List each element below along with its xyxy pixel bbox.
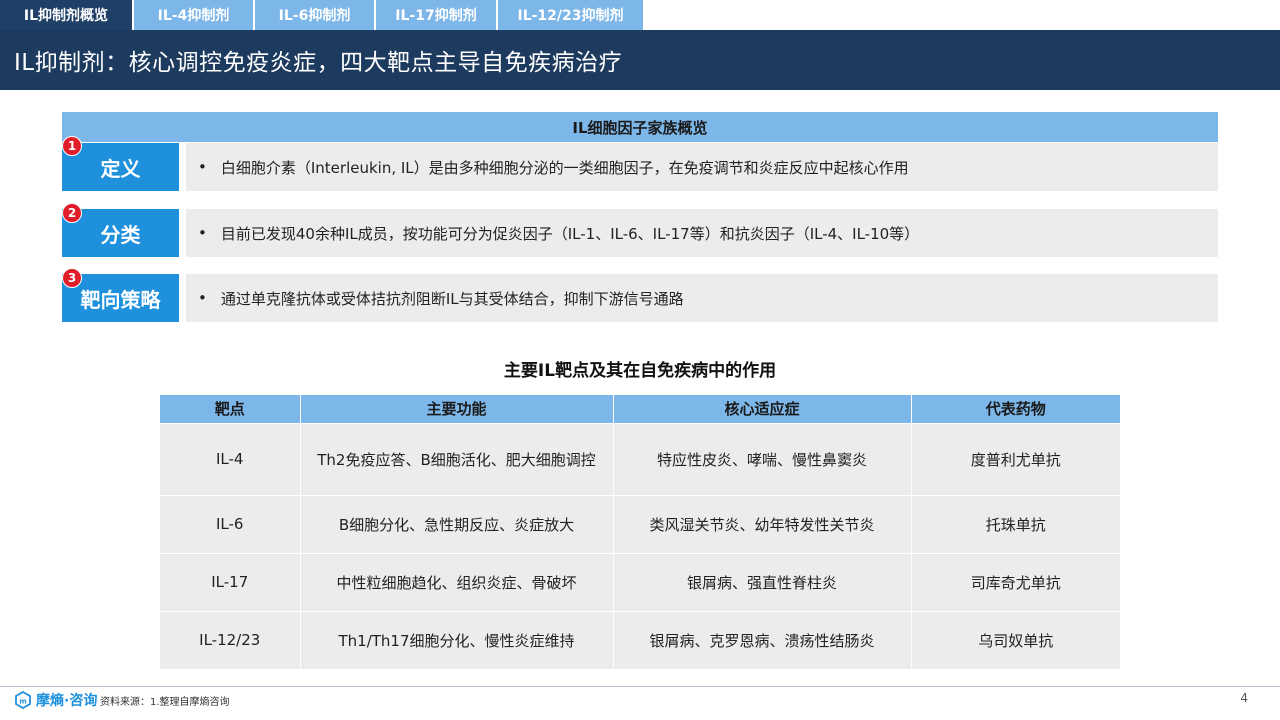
bullet-icon: • [198, 289, 207, 307]
cell-indication: 银屑病、强直性脊柱炎 [613, 552, 912, 611]
cell-drug: 司库奇尤单抗 [911, 552, 1120, 611]
footer-logo: m 摩熵·咨询 [14, 690, 97, 710]
source-note: 资料来源：1.整理自摩熵咨询 [100, 697, 230, 708]
cell-target: IL-12/23 [160, 610, 301, 669]
tab-il4[interactable]: IL-4抑制剂 [134, 0, 254, 30]
page-title: IL抑制剂：核心调控免疫炎症，四大靶点主导自免疾病治疗 [14, 50, 623, 76]
column-header-function: 主要功能 [300, 395, 614, 423]
page-number: 4 [1240, 691, 1248, 705]
table-row: IL-12/23 Th1/Th17细胞分化、慢性炎症维持 银屑病、克罗恩病、溃疡… [160, 610, 1120, 669]
targeting-strategy-text-row: • 通过单克隆抗体或受体拮抗剂阻断IL与其受体结合，抑制下游信号通路 [186, 274, 1218, 322]
classification-text-row: • 目前已发现40余种IL成员，按功能可分为促炎因子（IL-1、IL-6、IL-… [186, 209, 1218, 257]
definition-text: 白细胞介素（Interleukin, IL）是由多种细胞分泌的一类细胞因子，在免… [220, 158, 909, 177]
classification-text: 目前已发现40余种IL成员，按功能可分为促炎因子（IL-1、IL-6、IL-17… [220, 224, 920, 243]
tab-il12-23[interactable]: IL-12/23抑制剂 [498, 0, 644, 30]
cell-function: Th1/Th17细胞分化、慢性炎症维持 [300, 610, 614, 669]
title-band: IL抑制剂：核心调控免疫炎症，四大靶点主导自免疾病治疗 [0, 30, 1280, 90]
table-header-row: 靶点 主要功能 核心适应症 代表药物 [160, 395, 1120, 423]
tab-il6[interactable]: IL-6抑制剂 [255, 0, 375, 30]
number-badge-2: 2 [62, 203, 82, 223]
number-badge-1: 1 [62, 136, 82, 156]
cell-indication: 类风湿关节炎、幼年特发性关节炎 [613, 494, 912, 553]
tab-bar: IL抑制剂概览 IL-4抑制剂 IL-6抑制剂 IL-17抑制剂 IL-12/2… [0, 0, 1280, 30]
table-row: IL-6 B细胞分化、急性期反应、炎症放大 类风湿关节炎、幼年特发性关节炎 托珠… [160, 494, 1120, 553]
logo-text: 摩熵·咨询 [36, 693, 98, 709]
column-header-target: 靶点 [160, 395, 301, 423]
cell-target: IL-4 [160, 422, 301, 495]
cell-indication: 银屑病、克罗恩病、溃疡性结肠炎 [613, 610, 912, 669]
bullet-icon: • [198, 158, 207, 176]
cell-drug: 乌司奴单抗 [911, 610, 1120, 669]
tab-il-overview[interactable]: IL抑制剂概览 [0, 0, 133, 30]
cell-drug: 托珠单抗 [911, 494, 1120, 553]
cell-target: IL-6 [160, 494, 301, 553]
hexagon-logo-icon: m [15, 691, 31, 709]
cell-function: Th2免疫应答、B细胞活化、肥大细胞调控 [300, 422, 614, 495]
table-row: IL-17 中性粒细胞趋化、组织炎症、骨破坏 银屑病、强直性脊柱炎 司库奇尤单抗 [160, 552, 1120, 611]
svg-text:m: m [19, 698, 26, 706]
cell-drug: 度普利尤单抗 [911, 422, 1120, 495]
column-header-drug: 代表药物 [911, 395, 1120, 423]
table-title: 主要IL靶点及其在自免疾病中的作用 [503, 361, 777, 381]
cell-indication: 特应性皮炎、哮喘、慢性鼻窦炎 [613, 422, 912, 495]
table-row: IL-4 Th2免疫应答、B细胞活化、肥大细胞调控 特应性皮炎、哮喘、慢性鼻窦炎… [160, 422, 1120, 495]
number-badge-3: 3 [62, 268, 82, 288]
tab-il17[interactable]: IL-17抑制剂 [376, 0, 497, 30]
bullet-icon: • [198, 224, 207, 242]
overview-heading: IL细胞因子家族概览 [62, 112, 1218, 142]
footer-divider [0, 686, 1280, 687]
definition-text-row: • 白细胞介素（Interleukin, IL）是由多种细胞分泌的一类细胞因子，… [186, 143, 1218, 191]
cell-function: 中性粒细胞趋化、组织炎症、骨破坏 [300, 552, 614, 611]
column-header-indication: 核心适应症 [613, 395, 912, 423]
targets-table: 靶点 主要功能 核心适应症 代表药物 IL-4 Th2免疫应答、B细胞活化、肥大… [160, 395, 1120, 669]
targeting-strategy-text: 通过单克隆抗体或受体拮抗剂阻断IL与其受体结合，抑制下游信号通路 [220, 289, 684, 308]
cell-target: IL-17 [160, 552, 301, 611]
cell-function: B细胞分化、急性期反应、炎症放大 [300, 494, 614, 553]
